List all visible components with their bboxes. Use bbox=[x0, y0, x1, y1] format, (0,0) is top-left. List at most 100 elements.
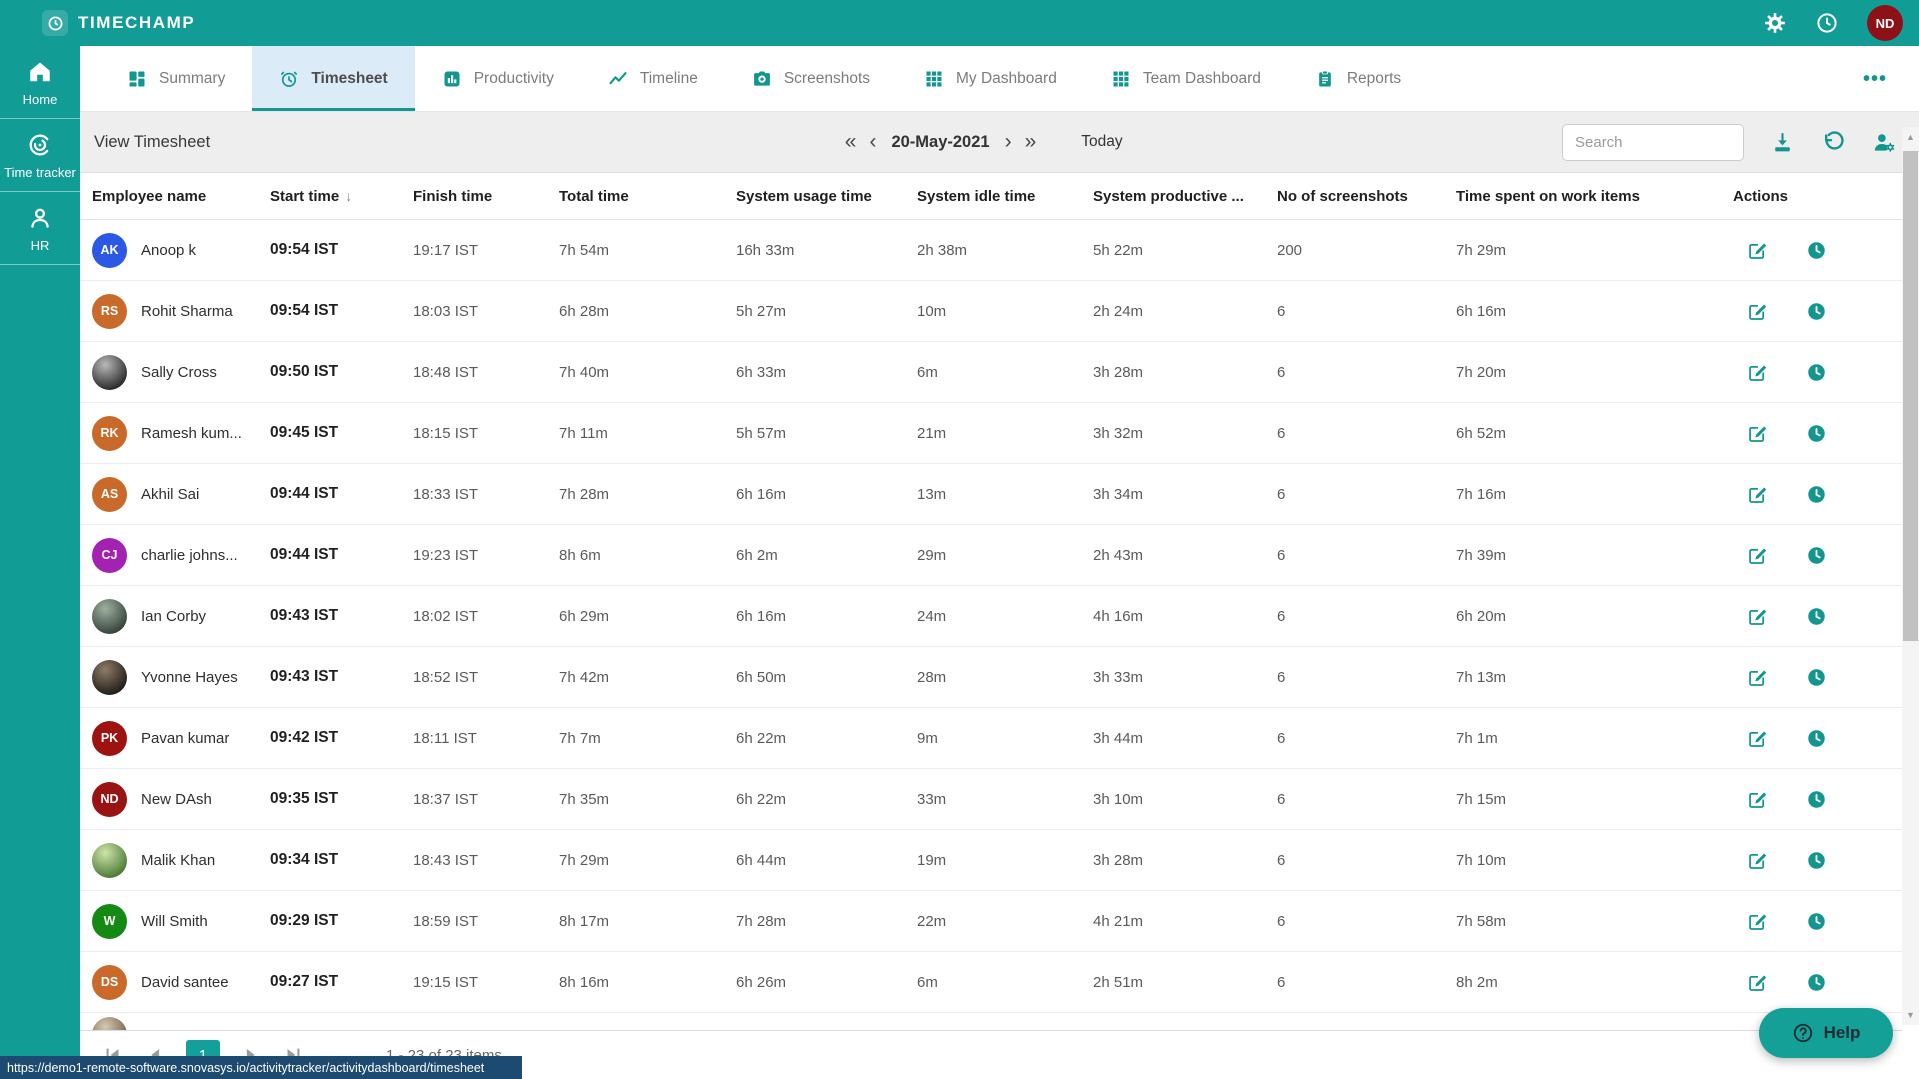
history-icon[interactable] bbox=[1821, 130, 1846, 155]
clock-filled-icon[interactable] bbox=[1806, 301, 1827, 322]
first-date-button[interactable]: « bbox=[843, 132, 859, 152]
table-row: Sally Cross09:50 IST18:48 IST7h 40m6h 33… bbox=[80, 342, 1902, 403]
scroll-up-arrow-icon[interactable]: ▲ bbox=[1902, 129, 1919, 145]
tab-productivity[interactable]: Productivity bbox=[415, 46, 581, 111]
column-header-employee-name[interactable]: Employee name bbox=[80, 188, 270, 205]
column-header-finish-time[interactable]: Finish time bbox=[413, 188, 559, 205]
tab-timesheet[interactable]: Timesheet bbox=[252, 46, 414, 111]
clock-filled-icon[interactable] bbox=[1806, 362, 1827, 383]
edit-icon[interactable] bbox=[1747, 972, 1768, 993]
cell-work-items: 6h 52m bbox=[1456, 425, 1733, 442]
column-header-system-idle-time[interactable]: System idle time bbox=[917, 188, 1093, 205]
edit-icon[interactable] bbox=[1747, 362, 1768, 383]
clock-filled-icon[interactable] bbox=[1806, 850, 1827, 871]
edit-icon[interactable] bbox=[1747, 911, 1768, 932]
actions-cell bbox=[1733, 301, 1902, 322]
help-question-icon bbox=[1792, 1022, 1814, 1044]
cell-start: 09:43 IST bbox=[270, 668, 413, 686]
clock-filled-icon[interactable] bbox=[1806, 667, 1827, 688]
tab-team-dashboard[interactable]: Team Dashboard bbox=[1084, 46, 1288, 111]
cell-work-items: 7h 15m bbox=[1456, 791, 1733, 808]
tab-screenshots[interactable]: Screenshots bbox=[725, 46, 897, 111]
cell-screenshots: 6 bbox=[1277, 974, 1456, 991]
brand-logo[interactable]: TIMECHAMP bbox=[42, 10, 195, 36]
cell-usage: 6h 16m bbox=[736, 486, 917, 503]
employee-name-cell: AKAnoop k bbox=[80, 233, 270, 268]
column-header-system-usage-time[interactable]: System usage time bbox=[736, 188, 917, 205]
clock-filled-icon[interactable] bbox=[1806, 484, 1827, 505]
employee-name: Pavan kumar bbox=[141, 730, 229, 747]
scrollbar-thumb[interactable] bbox=[1903, 151, 1918, 641]
clock-filled-icon[interactable] bbox=[1806, 423, 1827, 444]
user-settings-icon[interactable] bbox=[1872, 130, 1897, 155]
sidebar-item-hr[interactable]: HR bbox=[0, 192, 80, 265]
edit-icon[interactable] bbox=[1747, 789, 1768, 810]
clock-filled-icon[interactable] bbox=[1806, 911, 1827, 932]
cell-idle: 33m bbox=[917, 791, 1093, 808]
column-header-time-spent-on-work-items[interactable]: Time spent on work items bbox=[1456, 188, 1733, 205]
search-input[interactable] bbox=[1562, 124, 1744, 161]
edit-icon[interactable] bbox=[1747, 240, 1768, 261]
cell-screenshots: 6 bbox=[1277, 425, 1456, 442]
cell-usage: 6h 44m bbox=[736, 852, 917, 869]
edit-icon[interactable] bbox=[1747, 545, 1768, 566]
employee-name-cell: WWill Smith bbox=[80, 904, 270, 939]
cell-finish: 19:23 IST bbox=[413, 547, 559, 564]
cell-productive: 4h 21m bbox=[1093, 913, 1277, 930]
status-bar-url: https://demo1-remote-software.snovasys.i… bbox=[0, 1056, 522, 1079]
next-date-button[interactable]: › bbox=[1003, 132, 1014, 152]
cell-finish: 18:43 IST bbox=[413, 852, 559, 869]
clock-filled-icon[interactable] bbox=[1806, 606, 1827, 627]
tab-timeline[interactable]: Timeline bbox=[581, 46, 725, 111]
tab-reports[interactable]: Reports bbox=[1288, 46, 1428, 111]
cell-screenshots: 6 bbox=[1277, 852, 1456, 869]
column-header-start-time[interactable]: Start time↓ bbox=[270, 188, 413, 205]
cell-finish: 18:33 IST bbox=[413, 486, 559, 503]
cell-work-items: 8h 2m bbox=[1456, 974, 1733, 991]
download-icon[interactable] bbox=[1770, 130, 1795, 155]
scroll-down-arrow-icon[interactable]: ▼ bbox=[1902, 1007, 1919, 1023]
settings-gear-icon[interactable] bbox=[1763, 11, 1787, 35]
edit-icon[interactable] bbox=[1747, 301, 1768, 322]
today-button[interactable]: Today bbox=[1081, 133, 1122, 151]
help-button[interactable]: Help bbox=[1759, 1008, 1893, 1058]
avatar: AS bbox=[92, 477, 127, 512]
last-date-button[interactable]: » bbox=[1023, 132, 1039, 152]
cell-idle: 6m bbox=[917, 974, 1093, 991]
cell-screenshots: 6 bbox=[1277, 913, 1456, 930]
edit-icon[interactable] bbox=[1747, 728, 1768, 749]
employee-name-cell: Sally Cross bbox=[80, 355, 270, 390]
clock-icon[interactable] bbox=[1815, 11, 1839, 35]
tab-my-dashboard[interactable]: My Dashboard bbox=[897, 46, 1084, 111]
cell-screenshots: 6 bbox=[1277, 303, 1456, 320]
edit-icon[interactable] bbox=[1747, 423, 1768, 444]
column-header-no-of-screenshots[interactable]: No of screenshots bbox=[1277, 188, 1456, 205]
employee-name: Ramesh kum... bbox=[141, 425, 242, 442]
column-header-actions[interactable]: Actions bbox=[1733, 188, 1902, 205]
edit-icon[interactable] bbox=[1747, 667, 1768, 688]
reports-icon bbox=[1315, 69, 1335, 89]
tab-summary[interactable]: Summary bbox=[100, 46, 252, 111]
clock-filled-icon[interactable] bbox=[1806, 728, 1827, 749]
clock-filled-icon[interactable] bbox=[1806, 545, 1827, 566]
clock-filled-icon[interactable] bbox=[1806, 789, 1827, 810]
cell-work-items: 7h 13m bbox=[1456, 669, 1733, 686]
more-tabs-button[interactable]: ••• bbox=[1863, 74, 1887, 84]
brand-name: TIMECHAMP bbox=[78, 13, 195, 33]
edit-icon[interactable] bbox=[1747, 850, 1768, 871]
edit-icon[interactable] bbox=[1747, 606, 1768, 627]
prev-date-button[interactable]: ‹ bbox=[867, 132, 878, 152]
tab-label: Timeline bbox=[640, 70, 698, 88]
vertical-scrollbar[interactable]: ▲ ▼ bbox=[1902, 127, 1919, 1025]
table-row-partial bbox=[80, 1013, 1902, 1030]
sidebar-item-home[interactable]: Home bbox=[0, 46, 80, 119]
clock-filled-icon[interactable] bbox=[1806, 240, 1827, 261]
column-header-system-productive[interactable]: System productive ... bbox=[1093, 188, 1277, 205]
avatar: W bbox=[92, 904, 127, 939]
user-avatar[interactable]: ND bbox=[1867, 5, 1903, 41]
sidebar-item-time-tracker[interactable]: Time tracker bbox=[0, 119, 80, 192]
column-header-total-time[interactable]: Total time bbox=[559, 188, 736, 205]
edit-icon[interactable] bbox=[1747, 484, 1768, 505]
cell-total: 7h 54m bbox=[559, 242, 736, 259]
clock-filled-icon[interactable] bbox=[1806, 972, 1827, 993]
